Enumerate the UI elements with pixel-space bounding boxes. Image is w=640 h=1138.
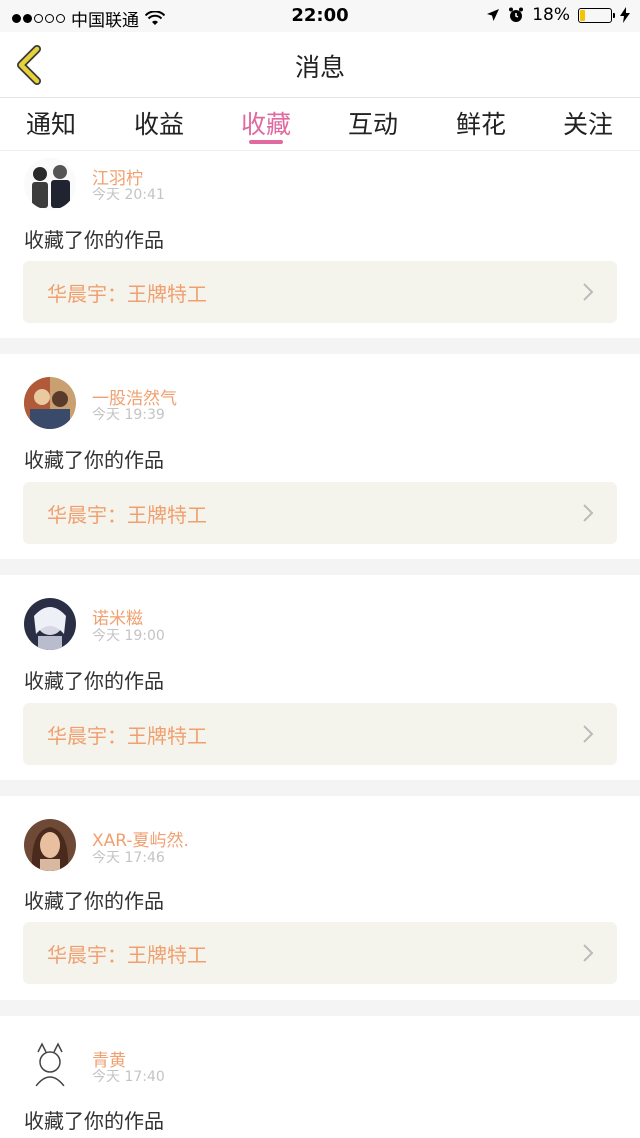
nav-bar: 消息 [0,32,640,98]
work-link[interactable]: 华晨宇：王牌特工 [23,261,617,323]
location-arrow-icon [487,9,500,21]
divider [0,338,640,354]
action-text: 收藏了你的作品 [24,1109,164,1133]
status-right: 18% [486,5,630,25]
status-bar: 中国联通 22:00 18% [0,0,640,32]
timestamp: 今天 17:40 [92,1069,165,1085]
work-link[interactable]: 华晨宇：王牌特工 [23,922,617,984]
timestamp: 今天 20:41 [92,187,165,203]
list-item: 一股浩然气 今天 19:39 收藏了你的作品 华晨宇：王牌特工 [0,354,640,559]
avatar[interactable] [24,819,76,871]
action-text: 收藏了你的作品 [24,889,164,913]
tab-follows[interactable]: 关注 [548,105,628,141]
avatar[interactable] [24,1038,76,1090]
work-title: 华晨宇：王牌特工 [47,943,207,967]
tab-favorites[interactable]: 收藏 [226,105,306,141]
divider [0,1000,640,1016]
chevron-right-icon [583,725,594,743]
battery-percent: 18% [532,5,570,25]
work-title: 华晨宇：王牌特工 [47,724,207,748]
timestamp: 今天 19:00 [92,628,165,644]
timestamp: 今天 19:39 [92,407,165,423]
action-text: 收藏了你的作品 [24,669,164,693]
charging-bolt-icon [620,7,630,23]
active-tab-indicator [249,140,283,144]
list-item: 青黄 今天 17:40 收藏了你的作品 [0,1016,640,1138]
tab-notifications[interactable]: 通知 [11,105,91,141]
avatar[interactable] [24,598,76,650]
list-item: 诺米糍 今天 19:00 收藏了你的作品 华晨宇：王牌特工 [0,575,640,780]
tab-interactions[interactable]: 互动 [333,105,413,141]
tab-bar: 通知 收益 收藏 互动 鲜花 关注 [0,99,640,151]
action-text: 收藏了你的作品 [24,448,164,472]
tab-flowers[interactable]: 鲜花 [441,105,521,141]
battery-icon [578,7,615,23]
tab-earnings[interactable]: 收益 [119,105,199,141]
avatar[interactable] [24,158,76,210]
action-text: 收藏了你的作品 [24,228,164,252]
work-title: 华晨宇：王牌特工 [47,282,207,306]
chevron-right-icon [583,504,594,522]
avatar[interactable] [24,377,76,429]
chevron-right-icon [583,944,594,962]
work-title: 华晨宇：王牌特工 [47,503,207,527]
alarm-clock-icon [509,7,524,22]
page-title: 消息 [294,53,345,82]
divider [0,780,640,796]
work-link[interactable]: 华晨宇：王牌特工 [23,482,617,544]
work-link[interactable]: 华晨宇：王牌特工 [23,703,617,765]
list-item: 江羽柠 今天 20:41 收藏了你的作品 华晨宇：王牌特工 [0,152,640,338]
chevron-right-icon [583,283,594,301]
list-item: XAR-夏屿然. 今天 17:46 收藏了你的作品 华晨宇：王牌特工 [0,796,640,1000]
divider [0,559,640,575]
timestamp: 今天 17:46 [92,850,165,866]
